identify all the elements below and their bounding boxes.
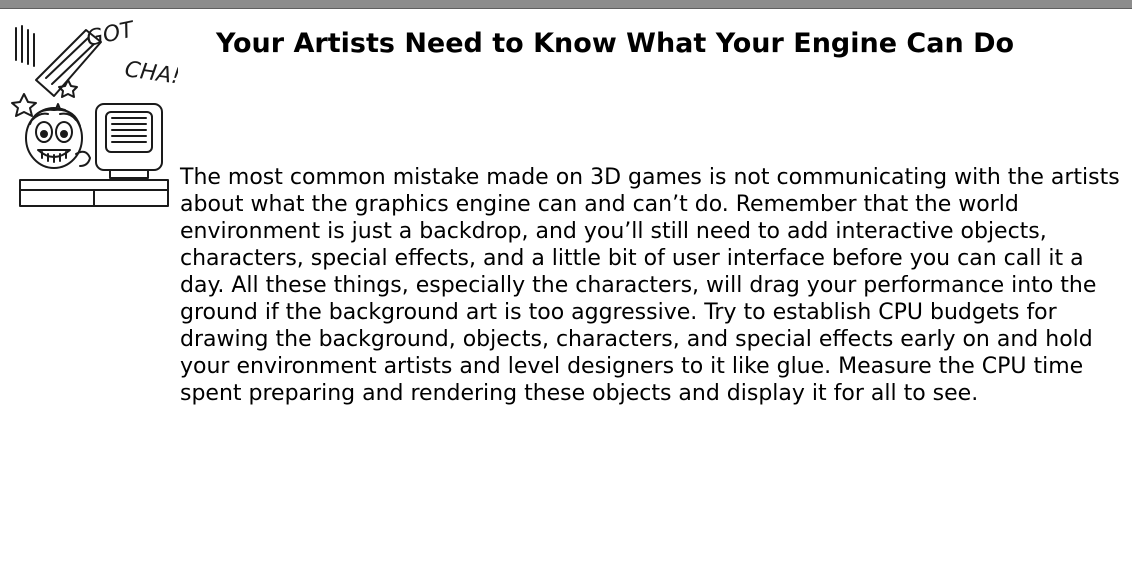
top-divider: [0, 0, 1132, 9]
svg-text:CHA!: CHA!: [123, 57, 178, 90]
sidebar-title: Your Artists Need to Know What Your Engi…: [215, 28, 1015, 59]
sidebar-body-text: The most common mistake made on 3D games…: [180, 165, 1120, 406]
gotcha-cartoon-icon: GOT CHA!: [6, 17, 182, 212]
svg-text:GOT: GOT: [84, 20, 137, 52]
